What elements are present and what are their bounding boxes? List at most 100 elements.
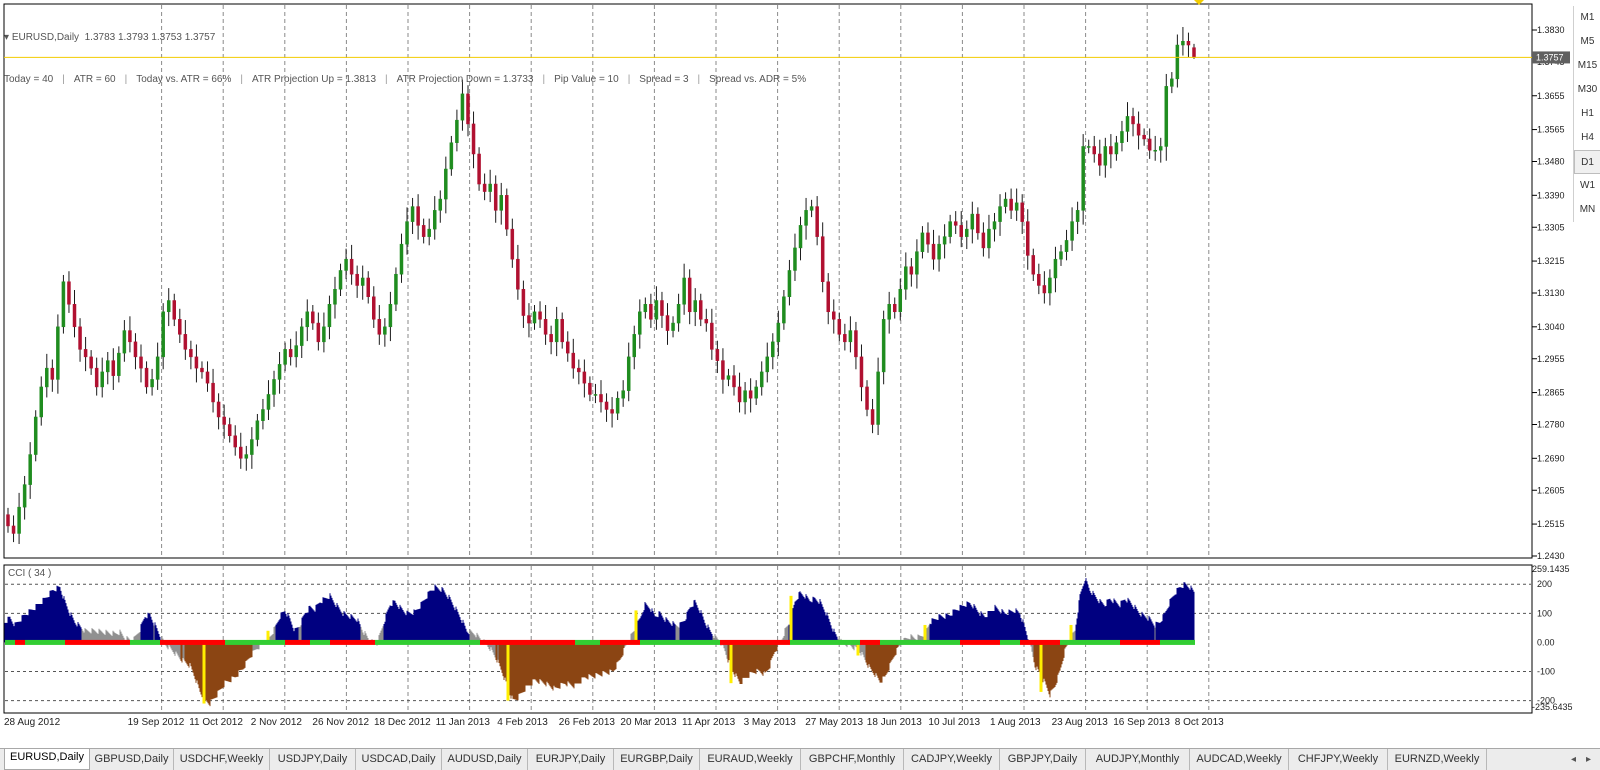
price-tick-label: 1.3655 — [1537, 91, 1565, 101]
date-tick-label: 23 Aug 2013 — [1052, 717, 1109, 728]
candle[interactable] — [505, 188, 509, 236]
chart-tab[interactable]: EURJPY,Daily — [528, 749, 614, 770]
date-tick-label: 26 Nov 2012 — [312, 717, 369, 728]
info-item: ATR = 60 — [73, 74, 116, 85]
timeframe-w1[interactable]: W1 — [1574, 174, 1600, 198]
chart-tab[interactable]: CHFJPY,Weekly — [1289, 749, 1388, 770]
cci-zero-segment — [575, 639, 600, 645]
date-axis: 28 Aug 2012 19 Sep 2012 11 Oct 2012 2 Nov 2… — [4, 712, 1532, 728]
chart-tab[interactable]: EURGBP,Daily — [614, 749, 700, 770]
price-tick-label: 1.2865 — [1537, 388, 1565, 398]
chart-header: EURUSD,Daily 1.3783 1.3793 1.3753 1.3757 — [11, 32, 216, 43]
date-tick-label: 4 Feb 2013 — [497, 717, 548, 728]
cci-zero-segment — [310, 639, 330, 645]
cci-zero-segment — [5, 639, 15, 645]
date-tick-label: 20 Mar 2013 — [620, 717, 677, 728]
cci-zero-segment — [1160, 639, 1195, 645]
date-tick-label: 11 Oct 2012 — [189, 717, 243, 728]
date-tick-label: 3 May 2013 — [744, 717, 797, 728]
info-separator: | — [542, 74, 546, 85]
chart-tab[interactable]: USDJPY,Daily — [270, 749, 356, 770]
price-tick-label: 1.2780 — [1537, 420, 1565, 430]
info-separator: | — [697, 74, 701, 85]
cci-zero-segment — [480, 639, 575, 645]
info-item: ATR Projection Up = 1.3813 — [251, 74, 377, 85]
cci-min-label: -235.6435 — [1532, 702, 1573, 712]
chart-tab[interactable]: CADJPY,Weekly — [904, 749, 1000, 770]
chart-tab[interactable]: USDCHF,Weekly — [174, 749, 270, 770]
date-tick-label: 10 Jul 2013 — [928, 717, 980, 728]
candle[interactable] — [394, 267, 398, 312]
info-item: Spread vs. ADR = 5% — [709, 74, 807, 85]
left-arrow-icon[interactable]: ◂ — [1571, 754, 1576, 765]
cci-zero-segment — [160, 639, 225, 645]
date-tick-label: 8 Oct 2013 — [1175, 717, 1224, 728]
chart-area[interactable]: 1.38301.37451.36551.35651.34801.33901.33… — [0, 0, 1600, 748]
price-tick-label: 1.3565 — [1537, 125, 1565, 135]
price-tick-label: 1.3480 — [1537, 157, 1565, 167]
cci-zero-segment — [1020, 639, 1060, 645]
chart-tab[interactable]: AUDJPY,Monthly — [1086, 749, 1190, 770]
collapse-triangle-icon[interactable]: ▾ — [4, 32, 12, 43]
cci-zero-segment — [330, 639, 375, 645]
candle[interactable] — [33, 410, 38, 462]
chart-tab[interactable]: USDCAD,Daily — [356, 749, 442, 770]
cci-zero-segment — [960, 639, 1000, 645]
cci-zero-segment — [880, 639, 960, 645]
chart-tab[interactable]: AUDUSD,Daily — [442, 749, 528, 770]
cci-zero-segment — [790, 639, 860, 645]
chart-tab[interactable]: AUDCAD,Weekly — [1190, 749, 1289, 770]
price-tick-label: 1.3130 — [1537, 288, 1565, 298]
timeframe-h1[interactable]: H1 — [1574, 102, 1600, 126]
cci-indicator-label: CCI ( 34 ) — [8, 568, 51, 579]
cci-level-label: 100 — [1537, 608, 1552, 618]
date-tick-label: 19 Sep 2012 — [128, 717, 185, 728]
cci-zero-segment — [1120, 639, 1160, 645]
tab-scroll-controls: ◂ ▸ — [1566, 749, 1596, 770]
cci-pane-frame — [3, 564, 1533, 714]
info-separator: | — [124, 74, 128, 85]
cci-zero-segment — [25, 639, 65, 645]
cci-zero-segment — [285, 639, 310, 645]
chart-tab-bar: ◂ ▸ EURUSD,Daily GBPUSD,Daily USDCHF,Weekly… — [0, 748, 1600, 770]
timeframe-h4[interactable]: H4 — [1574, 126, 1600, 150]
timeframe-m30[interactable]: M30 — [1574, 78, 1600, 102]
candle[interactable] — [477, 147, 481, 191]
cci-level-label: 200 — [1537, 579, 1552, 589]
chart-tab[interactable]: EURNZD,Weekly — [1388, 749, 1487, 770]
chart-tab[interactable]: EURAUD,Weekly — [700, 749, 801, 770]
timeframe-mn[interactable]: MN — [1574, 198, 1600, 222]
timeframe-m1[interactable]: M1 — [1574, 6, 1600, 30]
cci-zero-segment — [720, 639, 790, 645]
cci-max-label: 259.1435 — [1532, 564, 1570, 574]
cci-axis: 2001000.00-100-200259.1435-235.6435 — [1532, 564, 1573, 712]
timeframe-m5[interactable]: M5 — [1574, 30, 1600, 54]
price-tick-label: 1.3215 — [1537, 256, 1565, 266]
cci-zero-trend-bar — [5, 639, 1195, 645]
chart-tab[interactable]: EURUSD,Daily — [4, 749, 90, 770]
candle[interactable] — [61, 274, 66, 334]
price-tick-label: 1.2690 — [1537, 453, 1565, 463]
date-tick-label: 26 Feb 2013 — [559, 717, 616, 728]
date-tick-label: 28 Aug 2012 — [4, 717, 61, 728]
chart-tab[interactable]: GBPCHF,Monthly — [801, 749, 904, 770]
info-separator: | — [62, 74, 65, 85]
cci-zero-segment — [130, 639, 160, 645]
info-item: Today = 40 — [4, 74, 54, 85]
right-arrow-icon[interactable]: ▸ — [1586, 754, 1591, 765]
cci-zero-segment — [65, 639, 130, 645]
chart-tab[interactable]: GBPUSD,Daily — [90, 749, 174, 770]
price-tick-label: 1.2515 — [1537, 519, 1565, 529]
atr-info-row: Today = 40 | ATR = 60 | Today vs. ATR = 66% |… — [4, 73, 806, 87]
chart-tab[interactable]: GBPJPY,Daily — [1000, 749, 1086, 770]
date-tick-label: 11 Apr 2013 — [682, 717, 736, 728]
timeframe-m15[interactable]: M15 — [1574, 54, 1600, 78]
bid-price-label: 1.3757 — [1536, 52, 1564, 62]
price-tick-label: 1.3390 — [1537, 190, 1565, 200]
price-tick-label: 1.2430 — [1537, 551, 1565, 561]
cci-zero-segment — [600, 639, 640, 645]
price-axis: 1.38301.37451.36551.35651.34801.33901.33… — [1532, 25, 1570, 561]
date-tick-label: 1 Aug 2013 — [990, 717, 1041, 728]
timeframe-d1[interactable]: D1 — [1574, 150, 1600, 174]
chart-info-bar: ▾ EURUSD,Daily 1.3783 1.3793 1.3753 1.37… — [4, 3, 806, 115]
